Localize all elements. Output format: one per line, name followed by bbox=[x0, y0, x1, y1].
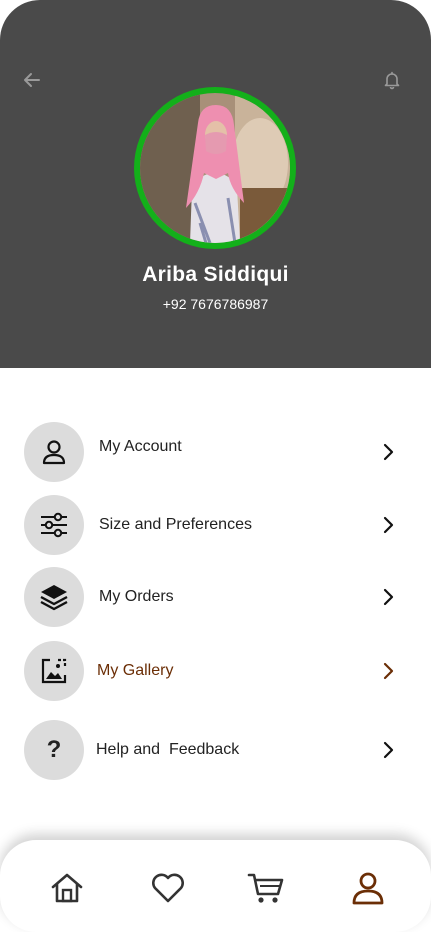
profile-header: Ariba Siddiqui +92 7676786987 bbox=[0, 0, 431, 368]
menu-label: My Account bbox=[99, 438, 182, 455]
menu-item-size-preferences[interactable]: Size and Preferences bbox=[24, 495, 404, 555]
profile-name: Ariba Siddiqui bbox=[142, 263, 289, 286]
menu-label: My Gallery bbox=[97, 662, 174, 679]
back-arrow-icon[interactable] bbox=[20, 68, 44, 92]
menu-item-my-account[interactable]: My Account bbox=[24, 422, 404, 482]
chevron-right-icon bbox=[383, 662, 394, 680]
home-icon[interactable] bbox=[47, 868, 87, 908]
layers-icon bbox=[24, 567, 84, 627]
menu-label: Help and Feedback bbox=[96, 741, 240, 758]
bottom-nav bbox=[0, 840, 431, 932]
bell-icon[interactable] bbox=[380, 68, 404, 92]
menu-label: My Orders bbox=[99, 588, 174, 605]
chevron-right-icon bbox=[383, 516, 394, 534]
menu-item-help-feedback[interactable]: ? Help and Feedback bbox=[24, 720, 404, 780]
avatar[interactable] bbox=[140, 93, 290, 243]
chevron-right-icon bbox=[383, 741, 394, 759]
menu-item-my-gallery[interactable]: My Gallery bbox=[24, 641, 404, 701]
profile-phone: +92 7676786987 bbox=[162, 296, 269, 312]
chevron-right-icon bbox=[383, 443, 394, 461]
avatar-ring bbox=[134, 87, 296, 249]
gallery-icon bbox=[24, 641, 84, 701]
user-icon bbox=[24, 422, 84, 482]
heart-icon[interactable] bbox=[148, 868, 188, 908]
profile-user-icon[interactable] bbox=[348, 868, 388, 908]
chevron-right-icon bbox=[383, 588, 394, 606]
menu-label: Size and Preferences bbox=[99, 516, 252, 533]
question-icon: ? bbox=[24, 720, 84, 780]
menu-item-my-orders[interactable]: My Orders bbox=[24, 567, 404, 627]
cart-icon[interactable] bbox=[246, 868, 286, 908]
sliders-icon bbox=[24, 495, 84, 555]
